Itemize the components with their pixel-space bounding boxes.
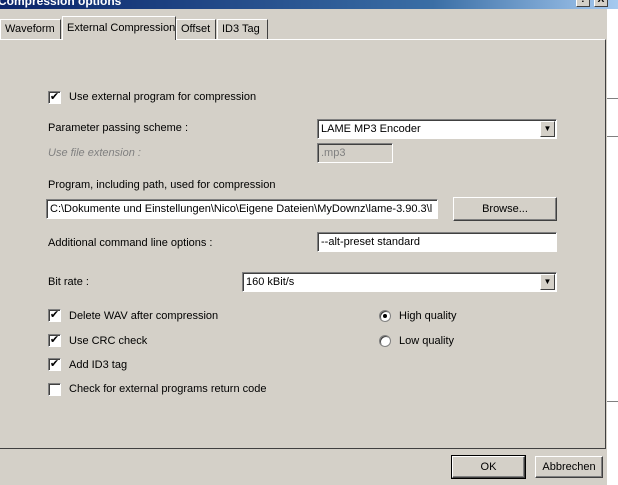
help-button[interactable]: ? xyxy=(576,0,590,7)
program-label: Program, including path, used for compre… xyxy=(48,179,276,191)
delete-wav-label: Delete WAV after compression xyxy=(69,310,219,322)
chevron-down-icon[interactable]: ▼ xyxy=(540,274,555,290)
chevron-down-icon[interactable]: ▼ xyxy=(540,121,555,137)
extension-value: .mp3 xyxy=(321,147,346,159)
check-icon: ✔ xyxy=(49,309,60,321)
check-icon: ✔ xyxy=(49,91,60,103)
bitrate-label: Bit rate : xyxy=(48,276,89,288)
low-quality-label: Low quality xyxy=(399,335,455,347)
compression-options-dialog: Compression options ? X Waveform Externa… xyxy=(0,0,618,485)
background-window-edge xyxy=(607,9,618,485)
extension-field: .mp3 xyxy=(317,143,393,163)
ok-button[interactable]: OK xyxy=(451,455,526,479)
high-quality-label: High quality xyxy=(399,310,457,322)
bitrate-select[interactable]: 160 kBit/s ▼ xyxy=(242,272,557,292)
title-bar: Compression options ? X xyxy=(0,0,618,9)
id3-checkbox[interactable]: ✔ xyxy=(48,358,61,371)
program-path-input[interactable]: C:\Dokumente und Einstellungen\Nico\Eige… xyxy=(46,199,438,219)
high-quality-radio[interactable] xyxy=(379,310,391,322)
use-external-label: Use external program for compression xyxy=(69,91,257,103)
use-external-checkbox[interactable]: ✔ xyxy=(48,91,61,104)
tab-panel-external-compression: ✔ Use external program for compression P… xyxy=(0,39,606,449)
scheme-label: Parameter passing scheme : xyxy=(48,122,189,134)
check-icon: ✔ xyxy=(49,334,60,346)
program-path-value: C:\Dokumente und Einstellungen\Nico\Eige… xyxy=(50,203,433,215)
delete-wav-checkbox[interactable]: ✔ xyxy=(48,309,61,322)
low-quality-radio[interactable] xyxy=(379,335,391,347)
cmdline-input[interactable]: --alt-preset standard xyxy=(317,232,557,252)
return-code-label: Check for external programs return code xyxy=(69,383,267,395)
tab-id3-tag[interactable]: ID3 Tag xyxy=(217,19,268,39)
tab-offset[interactable]: Offset xyxy=(176,19,216,39)
bitrate-value: 160 kBit/s xyxy=(246,276,295,288)
cancel-button[interactable]: Abbrechen xyxy=(535,456,603,478)
close-button[interactable]: X xyxy=(594,0,608,7)
check-icon: ✔ xyxy=(49,358,60,370)
id3-label: Add ID3 tag xyxy=(69,359,128,371)
cmdline-label: Additional command line options : xyxy=(48,237,213,249)
extension-label: Use file extension : xyxy=(48,147,141,159)
window-title: Compression options xyxy=(0,0,122,8)
tab-waveform[interactable]: Waveform xyxy=(0,19,61,39)
tab-external-compression[interactable]: External Compression xyxy=(62,16,176,40)
tab-label: External Compression xyxy=(67,22,176,34)
scheme-select[interactable]: LAME MP3 Encoder ▼ xyxy=(317,119,557,139)
crc-label: Use CRC check xyxy=(69,335,148,347)
scheme-value: LAME MP3 Encoder xyxy=(321,123,421,135)
tab-label: ID3 Tag xyxy=(222,23,260,35)
tab-label: Waveform xyxy=(5,23,55,35)
crc-checkbox[interactable]: ✔ xyxy=(48,334,61,347)
radio-dot-icon xyxy=(383,314,387,318)
return-code-checkbox[interactable] xyxy=(48,383,61,396)
tab-label: Offset xyxy=(181,23,211,35)
cmdline-value: --alt-preset standard xyxy=(321,236,421,248)
browse-button[interactable]: Browse... xyxy=(453,197,557,221)
